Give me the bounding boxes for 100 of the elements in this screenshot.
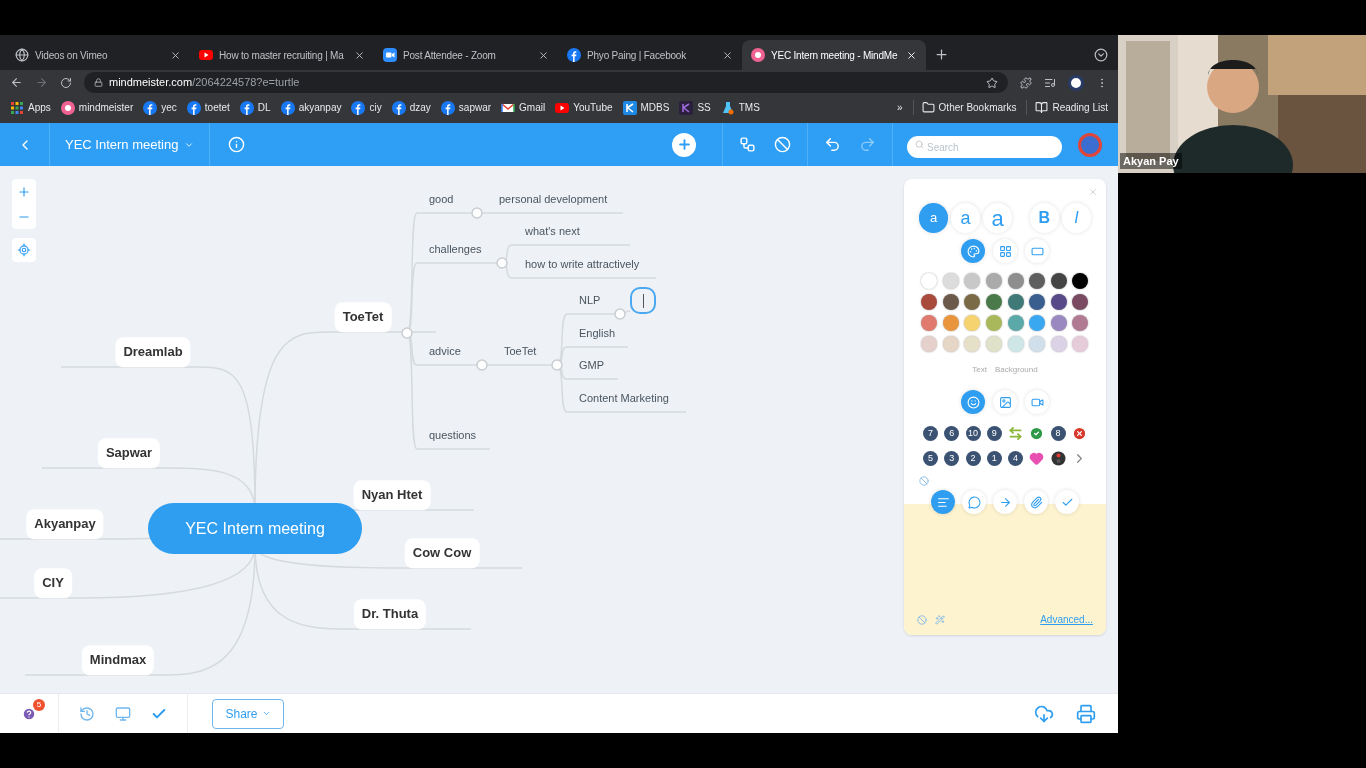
topic-node[interactable]: Dr. Thuta bbox=[353, 599, 427, 629]
detail-tab[interactable] bbox=[1024, 490, 1048, 514]
subtopic-label[interactable]: English bbox=[579, 326, 616, 340]
color-swatch[interactable] bbox=[942, 294, 959, 310]
heart-icon[interactable] bbox=[1029, 451, 1045, 466]
detail-tab[interactable] bbox=[931, 490, 955, 514]
bookmark-item[interactable]: Gmail bbox=[501, 100, 546, 115]
help-icon[interactable] bbox=[22, 706, 36, 721]
subtopic-label[interactable]: ToeTet bbox=[504, 344, 537, 358]
color-swatch[interactable] bbox=[1029, 273, 1046, 289]
tab-search-icon[interactable] bbox=[1094, 48, 1108, 62]
no-icon[interactable] bbox=[919, 476, 929, 486]
style-tab[interactable] bbox=[961, 239, 985, 263]
topic-node[interactable]: Cow Cow bbox=[404, 538, 480, 568]
color-swatch[interactable] bbox=[985, 315, 1002, 331]
other-bookmarks-button[interactable]: Other Bookmarks bbox=[912, 100, 1017, 115]
info-icon[interactable] bbox=[228, 136, 246, 153]
bookmark-item[interactable]: YouTube bbox=[555, 100, 613, 115]
new-tab-icon[interactable] bbox=[934, 47, 949, 62]
topic-node[interactable]: Akyanpay bbox=[26, 509, 104, 539]
subtopic-label[interactable]: personal development bbox=[499, 192, 608, 206]
bookmark-item[interactable]: ciy bbox=[351, 100, 382, 115]
more-bookmarks[interactable]: » bbox=[897, 100, 903, 115]
number-marker[interactable]: 8 bbox=[1050, 426, 1066, 441]
style-tab[interactable] bbox=[1025, 239, 1049, 263]
bookmark-item[interactable]: mindmeister bbox=[60, 100, 134, 115]
forward-icon[interactable] bbox=[35, 76, 48, 89]
color-swatch[interactable] bbox=[985, 294, 1002, 310]
color-swatch[interactable] bbox=[964, 273, 981, 289]
browser-tab[interactable]: How to master recruiting | Ma bbox=[190, 40, 374, 70]
arrows-icon[interactable] bbox=[1008, 426, 1023, 441]
detail-tab[interactable] bbox=[962, 490, 986, 514]
print-icon[interactable] bbox=[1076, 703, 1096, 724]
color-swatch[interactable] bbox=[964, 294, 981, 310]
bookmark-item[interactable]: akyanpay bbox=[280, 100, 342, 115]
subtopic-label[interactable]: good bbox=[429, 192, 454, 206]
color-swatch[interactable] bbox=[1029, 315, 1046, 331]
subtopic-label[interactable]: advice bbox=[429, 344, 461, 358]
close-tab-icon[interactable] bbox=[722, 49, 733, 61]
subtopic-label[interactable]: Content Marketing bbox=[579, 391, 669, 405]
add-topic-button[interactable] bbox=[672, 132, 696, 157]
color-swatch[interactable] bbox=[964, 315, 981, 331]
browser-tab[interactable]: YEC Intern meeting - MindMe bbox=[742, 40, 926, 70]
check-circle-icon[interactable] bbox=[1029, 426, 1045, 441]
detail-tab[interactable] bbox=[993, 490, 1017, 514]
extensions-icon[interactable] bbox=[1020, 76, 1032, 89]
redo-icon[interactable] bbox=[859, 136, 876, 153]
bookmark-item[interactable]: DL bbox=[239, 100, 271, 115]
topic-node[interactable]: Dreamlab bbox=[115, 337, 191, 367]
address-bar[interactable]: mindmeister.com/2064224578?e=turtle bbox=[84, 72, 1008, 93]
style-tab[interactable] bbox=[993, 239, 1017, 263]
color-swatch[interactable] bbox=[921, 294, 937, 310]
bookmark-item[interactable]: sapwar bbox=[440, 100, 492, 115]
browser-tab[interactable]: Post Attendee - Zoom bbox=[374, 40, 558, 70]
bookmark-item[interactable]: MDBS bbox=[622, 100, 670, 115]
topic-node[interactable]: Mindmax bbox=[81, 645, 155, 675]
color-swatch[interactable] bbox=[942, 336, 959, 352]
bookmark-item[interactable]: SS bbox=[679, 100, 711, 115]
number-marker[interactable]: 10 bbox=[965, 426, 981, 441]
close-tab-icon[interactable] bbox=[906, 49, 917, 61]
subtopic-label[interactable]: what's next bbox=[525, 224, 580, 238]
number-marker[interactable]: 2 bbox=[965, 451, 981, 466]
subtopic-label[interactable]: questions bbox=[429, 428, 477, 442]
browser-tab[interactable]: Videos on Vimeo bbox=[6, 40, 190, 70]
profile-avatar[interactable] bbox=[1068, 74, 1084, 91]
number-marker[interactable]: 5 bbox=[923, 451, 938, 466]
color-swatch[interactable] bbox=[985, 273, 1002, 289]
color-swatch[interactable] bbox=[1007, 315, 1024, 331]
detail-tab[interactable] bbox=[1055, 490, 1079, 514]
browser-tab[interactable]: Phyo Paing | Facebook bbox=[558, 40, 742, 70]
number-marker[interactable]: 7 bbox=[923, 426, 938, 441]
node-editor-field[interactable] bbox=[630, 287, 656, 314]
number-marker[interactable]: 4 bbox=[1008, 451, 1023, 466]
color-swatch[interactable] bbox=[921, 336, 937, 352]
color-swatch[interactable] bbox=[1072, 336, 1089, 352]
media-icon[interactable] bbox=[1044, 76, 1056, 89]
subtopic-label[interactable]: how to write attractively bbox=[525, 257, 640, 271]
color-swatch[interactable] bbox=[1029, 294, 1046, 310]
wand-icon[interactable] bbox=[935, 614, 945, 625]
subtopic-label[interactable]: NLP bbox=[579, 293, 601, 307]
number-marker[interactable]: 6 bbox=[944, 426, 960, 441]
topic-node[interactable]: Sapwar bbox=[97, 438, 161, 468]
no-entry-icon[interactable] bbox=[774, 136, 791, 153]
color-swatch[interactable] bbox=[1007, 336, 1024, 352]
color-swatch[interactable] bbox=[1050, 315, 1067, 331]
media-tab[interactable] bbox=[961, 390, 985, 414]
bookmark-item[interactable]: TMS bbox=[720, 100, 760, 115]
close-tab-icon[interactable] bbox=[354, 49, 365, 61]
number-marker[interactable]: 1 bbox=[986, 451, 1002, 466]
bookmark-item[interactable]: dzay bbox=[391, 100, 431, 115]
topic-node[interactable]: CIY bbox=[34, 568, 72, 598]
close-tab-icon[interactable] bbox=[170, 49, 181, 61]
zoom-in-icon[interactable] bbox=[17, 184, 31, 199]
close-tab-icon[interactable] bbox=[538, 49, 549, 61]
connect-icon[interactable] bbox=[739, 136, 756, 153]
clear-icon[interactable] bbox=[917, 614, 927, 625]
history-icon[interactable] bbox=[79, 705, 95, 722]
color-swatch[interactable] bbox=[942, 273, 959, 289]
subtopic-label[interactable]: GMP bbox=[579, 358, 605, 372]
reload-icon[interactable] bbox=[60, 76, 72, 89]
